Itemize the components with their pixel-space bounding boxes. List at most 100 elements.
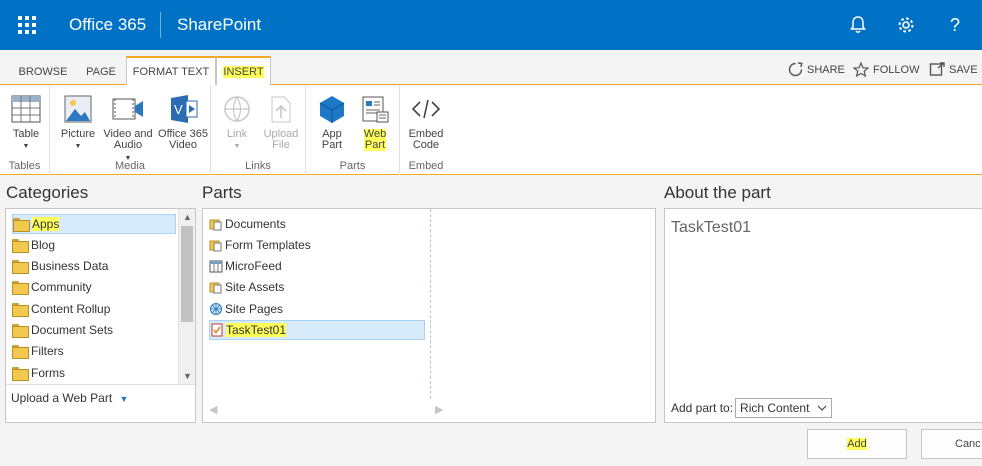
category-item-filters[interactable]: Filters (12, 341, 176, 361)
app-launcher-icon[interactable] (0, 0, 54, 50)
categories-scrollbar[interactable]: ▲ ▼ (178, 209, 195, 384)
part-item-documents[interactable]: Documents (209, 214, 286, 234)
previous-page-icon[interactable]: ◀ (209, 403, 217, 416)
picture-button[interactable]: Picture ▼ (58, 93, 98, 152)
table-icon (10, 93, 42, 125)
help-icon[interactable]: ? (942, 12, 968, 38)
dropdown-arrow-icon: ▼ (233, 143, 241, 150)
ribbon-group-label: Links (245, 160, 271, 172)
app-part-icon (316, 93, 348, 125)
video-audio-button[interactable]: Video and Audio ▼ (101, 93, 155, 164)
web-part-button[interactable]: Web Part (356, 93, 394, 151)
category-item-apps[interactable]: Apps (12, 214, 176, 234)
tab-insert[interactable]: INSERT (216, 56, 271, 86)
folder-icon (12, 367, 29, 381)
categories-scroll-area[interactable]: Apps Blog Business Data Community Conten… (6, 209, 181, 384)
about-title: About the part (664, 183, 771, 202)
dropdown-arrow-icon: ▼ (74, 143, 82, 150)
app-title[interactable]: SharePoint (177, 15, 261, 35)
ribbon-group-label: Media (115, 160, 145, 172)
table-button[interactable]: Table ▼ (6, 93, 46, 152)
suite-bar: Office 365 SharePoint ? (0, 0, 982, 50)
bell-icon[interactable] (845, 12, 871, 38)
tab-page[interactable]: PAGE (80, 58, 122, 85)
add-part-to-select[interactable]: Rich Content (735, 398, 833, 418)
category-item-blog[interactable]: Blog (12, 235, 176, 255)
folder-icon (12, 239, 29, 253)
office365-video-icon: V (167, 93, 199, 125)
scroll-up-icon[interactable]: ▲ (179, 209, 196, 225)
dropdown-arrow-icon: ▼ (119, 394, 129, 404)
wiki-icon (209, 302, 223, 316)
add-part-to-row: Add part to: Rich Content (671, 398, 833, 418)
ribbon-group-parts: App Part Web Part Parts (306, 85, 400, 175)
app-part-button[interactable]: App Part (314, 93, 350, 151)
ribbon-group-tables: Table ▼ Tables (0, 85, 50, 175)
library-icon (209, 217, 223, 231)
share-button[interactable]: SHARE (788, 62, 845, 77)
tab-browse[interactable]: BROWSE (12, 58, 74, 85)
scroll-down-icon[interactable]: ▼ (179, 368, 196, 384)
category-item-community[interactable]: Community (12, 277, 176, 297)
upload-web-part-button[interactable]: Upload a Web Part ▼ (6, 384, 195, 422)
save-icon (929, 62, 945, 76)
save-button[interactable]: SAVE (929, 62, 978, 77)
link-icon (221, 93, 253, 125)
share-icon (788, 62, 803, 77)
tab-format-text[interactable]: FORMAT TEXT (126, 56, 216, 86)
ribbon: Table ▼ Tables Picture ▼ Video and Audio ▼… (0, 85, 982, 175)
gear-icon[interactable] (893, 12, 919, 38)
ribbon-group-media: Picture ▼ Video and Audio ▼ V Office 365 … (50, 85, 211, 175)
web-part-icon (359, 93, 391, 125)
parts-divider (430, 209, 431, 399)
folder-icon (12, 260, 29, 274)
folder-icon (12, 303, 29, 317)
video-icon (112, 93, 144, 125)
office365-video-button[interactable]: V Office 365 Video (155, 93, 211, 151)
part-item-form-templates[interactable]: Form Templates (209, 235, 311, 255)
library-icon (209, 280, 223, 294)
folder-icon (12, 281, 29, 295)
scroll-thumb[interactable] (181, 226, 193, 322)
folder-icon (12, 324, 29, 338)
embed-code-button[interactable]: Embed Code (406, 93, 446, 151)
part-item-tasktest01[interactable]: TaskTest01 (209, 320, 425, 340)
task-icon (210, 323, 224, 337)
ribbon-group-label: Parts (339, 160, 366, 172)
folder-icon (13, 218, 30, 232)
category-item-document-sets[interactable]: Document Sets (12, 320, 176, 340)
part-item-microfeed[interactable]: MicroFeed (209, 256, 282, 276)
chevron-down-icon (817, 405, 827, 411)
parts-list: Documents Form Templates MicroFeed Site … (202, 208, 656, 423)
category-item-forms[interactable]: Forms (12, 363, 176, 383)
part-item-site-assets[interactable]: Site Assets (209, 277, 284, 297)
ribbon-group-label: Tables (8, 160, 41, 172)
upload-file-icon (265, 93, 297, 125)
categories-list: Apps Blog Business Data Community Conten… (5, 208, 196, 423)
star-icon (853, 62, 869, 77)
link-button[interactable]: Link ▼ (219, 93, 255, 152)
suite-divider (160, 12, 161, 38)
part-item-site-pages[interactable]: Site Pages (209, 299, 283, 319)
parts-title: Parts (202, 183, 242, 202)
dropdown-arrow-icon: ▼ (22, 143, 30, 150)
next-page-icon[interactable]: ▶ (435, 403, 443, 416)
add-button[interactable]: Add (807, 429, 907, 459)
picture-icon (62, 93, 94, 125)
category-item-business-data[interactable]: Business Data (12, 256, 176, 276)
folder-icon (12, 345, 29, 359)
category-item-content-rollup[interactable]: Content Rollup (12, 299, 176, 319)
about-part-panel: TaskTest01 Add part to: Rich Content (664, 208, 982, 423)
follow-button[interactable]: FOLLOW (853, 62, 919, 77)
embed-code-icon (410, 93, 442, 125)
svg-text:V: V (174, 102, 183, 117)
ribbon-group-links: Link ▼ Upload File Links (211, 85, 306, 175)
categories-title: Categories (6, 183, 89, 202)
brand-title[interactable]: Office 365 (69, 15, 146, 35)
library-icon (209, 238, 223, 252)
cancel-button[interactable]: Canc (921, 429, 982, 459)
upload-file-button[interactable]: Upload File (259, 93, 303, 151)
about-part-name: TaskTest01 (671, 219, 752, 236)
list-icon (209, 259, 223, 273)
ribbon-group-label: Embed (408, 160, 444, 172)
